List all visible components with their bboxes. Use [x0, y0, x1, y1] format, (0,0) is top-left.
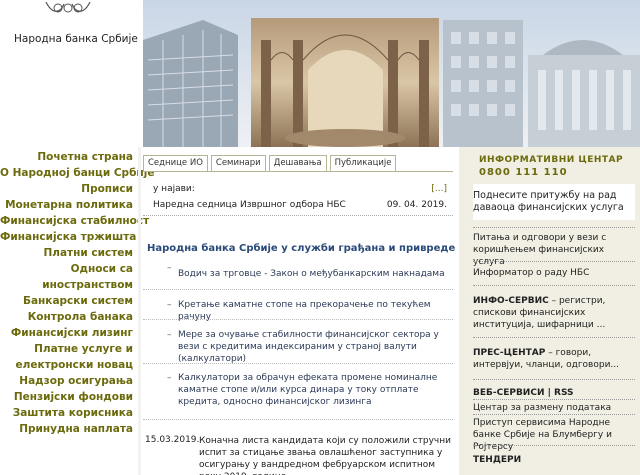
right-divider	[473, 227, 635, 228]
nav-consumer-protection[interactable]: Заштита корисника	[0, 405, 138, 421]
right-divider	[473, 261, 635, 262]
left-navigation: Почетна страна О Народној банци Србије П…	[0, 147, 155, 475]
dash-bullet-icon: –	[167, 330, 172, 340]
nav-pension-funds[interactable]: Пензијски фондови	[0, 389, 138, 405]
news-tabs: Седнице ИО Семинари Дешавања Публикације	[143, 155, 397, 172]
bank-name[interactable]: Народна банка Србије	[14, 33, 138, 45]
nbs-logo-icon[interactable]	[42, 0, 94, 18]
news-item-date: 09. 04. 2019.	[386, 200, 447, 210]
nav-bank-supervision[interactable]: Контрола банака	[0, 309, 138, 325]
nav-international-relations-1[interactable]: Односи са	[0, 261, 138, 277]
announcement-date: 15.03.2019.	[145, 435, 200, 445]
list-item[interactable]: – Кретање каматне стопе на прекорачење п…	[143, 290, 453, 322]
header-banner-image	[143, 0, 640, 147]
qa-link[interactable]: Питања и одговори у вези с коришћењем фи…	[473, 232, 633, 268]
nav-international-relations-2[interactable]: иностранством	[0, 277, 138, 293]
data-exchange-link[interactable]: Центар за размену података	[473, 402, 633, 414]
informator-link[interactable]: Информатор о раду НБС	[473, 267, 633, 279]
tab-publications[interactable]: Публикације	[329, 155, 397, 172]
right-sidebar: ИНФОРМАТИВНИ ЦЕНТАР 0800 111 110 Поднеси…	[459, 147, 640, 475]
tenders-link[interactable]: ТЕНДЕРИ	[473, 454, 633, 466]
right-divider	[473, 399, 635, 400]
nav-financial-stability[interactable]: Финансијска стабилност	[0, 213, 149, 229]
announcement-text[interactable]: Коначна листа кандидата који су положили…	[199, 435, 455, 475]
nav-payment-services-1[interactable]: Платне услуге и	[0, 341, 138, 357]
list-item[interactable]: – Мере за очување стабилности финансијск…	[143, 320, 453, 364]
info-service-block[interactable]: ИНФО-СЕРВИС – регистри, спискови финанси…	[473, 295, 633, 331]
nav-financial-leasing[interactable]: Финансијски лизинг	[0, 325, 138, 341]
bloomberg-link[interactable]: Приступ сервисима Народне банке Србије н…	[473, 417, 633, 453]
news-divider	[143, 215, 453, 216]
right-divider	[473, 285, 635, 286]
nav-payment-services-2[interactable]: електронски новац	[0, 357, 138, 373]
nav-financial-markets[interactable]: Финансијска тржишта	[0, 229, 138, 245]
link-overdraft-rate[interactable]: Кретање каматне стопе на прекорачење по …	[178, 300, 431, 322]
press-center-title[interactable]: ПРЕС-ЦЕНТАР	[473, 348, 545, 358]
news-heading: у најави:	[153, 184, 195, 194]
tab-seminars[interactable]: Семинари	[210, 155, 266, 172]
nav-payment-system[interactable]: Платни систем	[0, 245, 138, 261]
header-logo-area: Народна банка Србије	[0, 0, 143, 147]
link-stability-measures[interactable]: Мере за очување стабилности финансијског…	[178, 330, 439, 364]
nav-banking-system[interactable]: Банкарски систем	[0, 293, 138, 309]
nav-enforced-collection[interactable]: Принудна наплата	[0, 421, 138, 437]
dash-bullet-icon: –	[167, 373, 172, 383]
list-item[interactable]: – Калкулатори за обрачун ефеката промене…	[143, 364, 453, 420]
right-divider	[473, 414, 635, 415]
nav-about[interactable]: О Народној банци Србије	[0, 165, 155, 181]
service-links-list: – Водич за трговце - Закон о међубанкарс…	[143, 262, 453, 420]
news-item-text[interactable]: Наредна седница Извршног одбора НБС	[153, 200, 346, 210]
info-center-title: ИНФОРМАТИВНИ ЦЕНТАР	[479, 155, 624, 165]
dash-bullet-icon: –	[167, 263, 172, 273]
tab-board-sessions[interactable]: Седнице ИО	[143, 155, 208, 172]
banner-collage-icon	[143, 0, 640, 147]
link-calculators[interactable]: Калкулатори за обрачун ефеката промене н…	[178, 373, 437, 407]
info-center-phone: 0800 111 110	[479, 167, 568, 178]
nav-monetary-policy[interactable]: Монетарна политика	[0, 197, 138, 213]
nav-home[interactable]: Почетна страна	[0, 149, 138, 165]
tab-events[interactable]: Дешавања	[268, 155, 327, 172]
tab-panel: у најави: [...] Наредна седница Извршног…	[143, 171, 453, 219]
nav-divider	[138, 147, 141, 475]
list-item[interactable]: – Водич за трговце - Закон о међубанкарс…	[143, 262, 453, 290]
dash-bullet-icon: –	[167, 300, 172, 310]
complaint-link[interactable]: Поднесите притужбу на рад даваоца финанс…	[473, 190, 633, 214]
news-more-link[interactable]: [...]	[431, 184, 447, 194]
press-center-block[interactable]: ПРЕС-ЦЕНТАР – говори, интервјуи, чланци,…	[473, 347, 633, 371]
nav-regulations[interactable]: Прописи	[0, 181, 138, 197]
main-section-title: Народна банка Србије у служби грађана и …	[147, 243, 456, 254]
right-divider	[473, 337, 635, 338]
link-merchants-guide[interactable]: Водич за трговце - Закон о међубанкарски…	[178, 269, 445, 279]
right-divider	[473, 379, 635, 380]
right-divider	[473, 445, 635, 446]
web-services-link[interactable]: ВЕБ-СЕРВИСИ | RSS	[473, 387, 633, 399]
info-service-title[interactable]: ИНФО-СЕРВИС	[473, 296, 549, 306]
nav-insurance-supervision[interactable]: Надзор осигурања	[0, 373, 138, 389]
